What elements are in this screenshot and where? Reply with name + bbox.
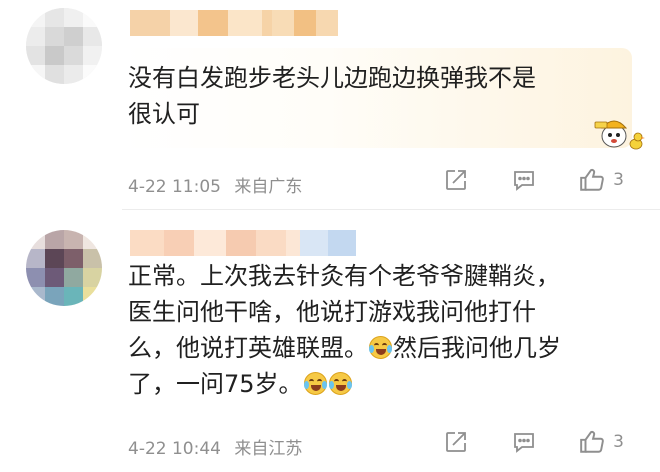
- timestamp: 4-22 10:44: [128, 439, 221, 459]
- comment-meta: 4-22 10:44 来自江苏: [128, 434, 302, 459]
- like-count: 3: [613, 432, 624, 452]
- comment-meta: 4-22 11:05 来自广东: [128, 172, 302, 197]
- comment-text: 没有白发跑步老头儿边跑边换弹我不是 很认可: [128, 64, 536, 128]
- comment-text: 正常。上次我去针灸有个老爷爷腱鞘炎， 医生问他干啥，他说打游戏我问他打什 么，他…: [128, 262, 561, 398]
- share-icon: [446, 432, 467, 452]
- avatar[interactable]: [26, 8, 102, 84]
- comment-icon: [514, 171, 535, 191]
- location: 来自江苏: [234, 439, 303, 459]
- share-button[interactable]: [443, 167, 469, 193]
- like-button[interactable]: 3: [579, 429, 624, 455]
- user-badge-blurred: [272, 10, 338, 36]
- timestamp: 4-22 11:05: [128, 177, 221, 197]
- reply-button[interactable]: [511, 429, 537, 455]
- avatar[interactable]: [26, 230, 102, 306]
- share-icon: [446, 170, 467, 190]
- comment-item: 没有白发跑步老头儿边跑边换弹我不是 很认可 4-22 11:05 来自广东 3: [0, 0, 660, 210]
- user-badge-blurred: [300, 230, 356, 256]
- like-count: 3: [613, 170, 624, 190]
- comment-actions: 3: [443, 167, 624, 193]
- thumbs-up-icon: [580, 431, 604, 453]
- comment-actions: 3: [443, 429, 624, 455]
- share-button[interactable]: [443, 429, 469, 455]
- location: 来自广东: [234, 177, 303, 197]
- thumbs-up-icon: [580, 169, 604, 191]
- cartoon-sticker-icon: [594, 120, 645, 150]
- laughing-tears-emoji: [369, 336, 392, 359]
- comment-item: 正常。上次我去针灸有个老爷爷腱鞘炎， 医生问他干啥，他说打游戏我问他打什 么，他…: [0, 210, 660, 472]
- comment-icon: [514, 433, 535, 453]
- reply-button[interactable]: [511, 167, 537, 193]
- laughing-tears-emoji: [328, 372, 352, 395]
- laughing-tears-emoji: [303, 372, 327, 395]
- like-button[interactable]: 3: [579, 167, 624, 193]
